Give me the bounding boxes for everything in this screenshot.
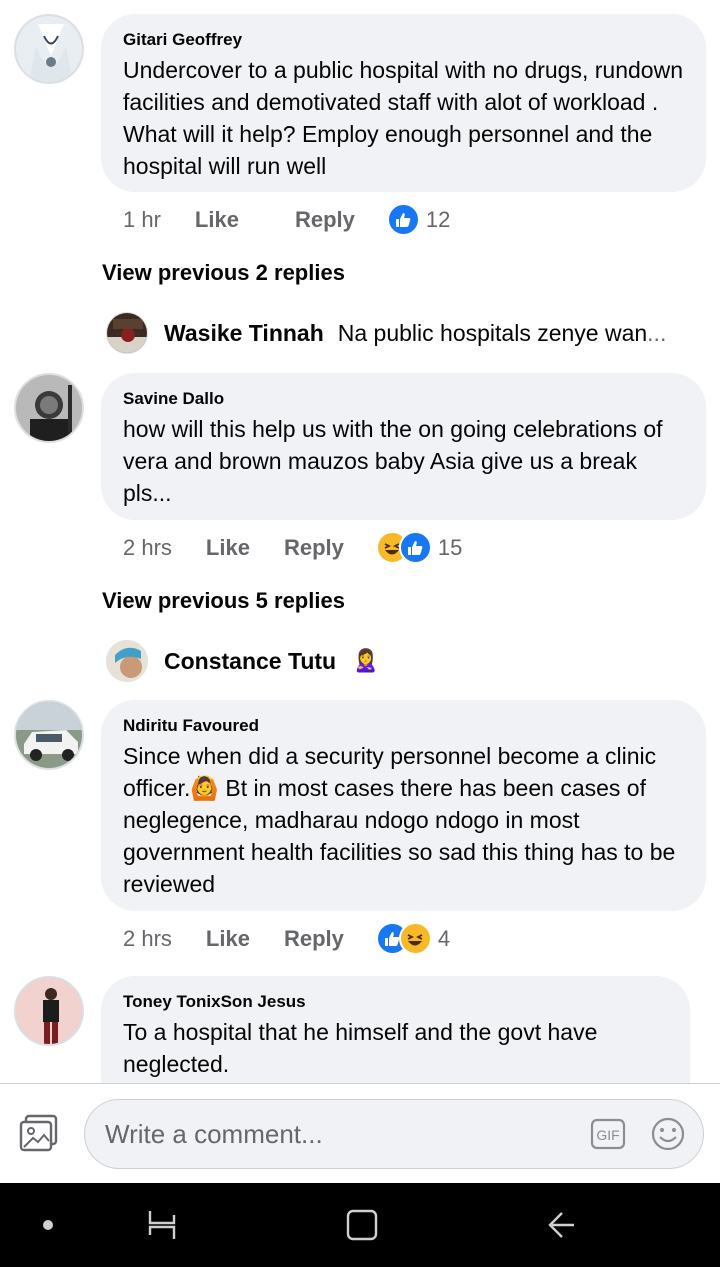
comment-text: how will this help us with the on going … xyxy=(123,416,663,506)
reply-preview[interactable]: Constance Tutu 🙎‍♀️ xyxy=(106,640,379,682)
reply-button[interactable]: Reply xyxy=(295,207,355,233)
like-button[interactable]: Like xyxy=(206,926,250,952)
comment-author[interactable]: Ndiritu Favoured xyxy=(123,716,684,736)
reaction-count: 12 xyxy=(425,206,451,232)
comment-text: Since when did a security personnel beco… xyxy=(123,743,676,897)
avatar[interactable] xyxy=(14,700,84,770)
comment-actions: 2 hrs Like Reply 15 xyxy=(123,531,462,564)
comment-author[interactable]: Toney TonixSon Jesus xyxy=(123,992,668,1012)
reaction-count: 15 xyxy=(437,534,463,560)
home-icon[interactable] xyxy=(342,1205,382,1245)
comment-actions: 2 hrs Like Reply 4 xyxy=(123,922,450,955)
comment-author[interactable]: Gitari Geoffrey xyxy=(123,30,684,50)
avatar[interactable] xyxy=(14,976,84,1046)
reply-emoji: 🙎‍♀️ xyxy=(352,648,380,673)
reaction-count: 4 xyxy=(437,925,451,951)
comment-time[interactable]: 2 hrs xyxy=(123,535,172,561)
comment-input-placeholder: Write a comment... xyxy=(105,1118,323,1149)
comment-composer: Write a comment... GIF xyxy=(0,1083,720,1183)
view-previous-replies[interactable]: View previous 2 replies xyxy=(102,260,345,286)
reply-text: Na public hospitals zenye wan... xyxy=(338,320,667,347)
view-previous-replies[interactable]: View previous 5 replies xyxy=(102,588,345,614)
like-reaction-icon xyxy=(386,203,420,236)
reaction-summary[interactable]: 15 xyxy=(375,531,463,564)
gif-icon[interactable]: GIF xyxy=(590,1116,626,1152)
gif-label: GIF xyxy=(596,1127,619,1143)
like-button[interactable]: Like xyxy=(206,535,250,561)
comment-time[interactable]: 1 hr xyxy=(123,207,161,233)
comment-author[interactable]: Savine Dallo xyxy=(123,389,684,409)
recent-apps-icon[interactable] xyxy=(142,1205,182,1245)
comment-text: Undercover to a public hospital with no … xyxy=(123,57,683,179)
reply-author: Wasike Tinnah xyxy=(164,319,324,346)
system-navigation-bar xyxy=(0,1183,720,1267)
reaction-summary[interactable]: 4 xyxy=(375,922,451,955)
back-icon[interactable] xyxy=(544,1205,584,1245)
comment-text: To a hospital that he himself and the go… xyxy=(123,1019,598,1077)
reply-button[interactable]: Reply xyxy=(284,535,344,561)
avatar xyxy=(106,312,148,354)
reply-button[interactable]: Reply xyxy=(284,926,344,952)
reaction-summary[interactable]: 12 xyxy=(386,203,451,236)
comment-bubble: Savine Dallo how will this help us with … xyxy=(101,373,706,520)
comment-bubble: Ndiritu Favoured Since when did a securi… xyxy=(101,700,706,911)
reply-text-body: Na public hospitals zenye wan xyxy=(337,319,648,346)
avatar[interactable] xyxy=(14,14,84,84)
photo-icon[interactable] xyxy=(18,1114,62,1154)
dot-icon[interactable] xyxy=(28,1205,68,1245)
reply-preview[interactable]: Wasike Tinnah Na public hospitals zenye … xyxy=(106,312,666,354)
like-button[interactable]: Like xyxy=(195,207,239,233)
comment-time[interactable]: 2 hrs xyxy=(123,926,172,952)
avatar[interactable] xyxy=(14,373,84,443)
comment-actions: 1 hr Like Reply 12 xyxy=(123,203,450,236)
like-reaction-icon xyxy=(398,531,432,564)
emoji-icon[interactable] xyxy=(650,1116,686,1152)
reply-author: Constance Tutu xyxy=(164,647,337,674)
haha-reaction-icon xyxy=(398,922,432,955)
avatar xyxy=(106,640,148,682)
reply-ellipsis: ... xyxy=(647,319,667,346)
comment-bubble: Gitari Geoffrey Undercover to a public h… xyxy=(101,14,706,192)
